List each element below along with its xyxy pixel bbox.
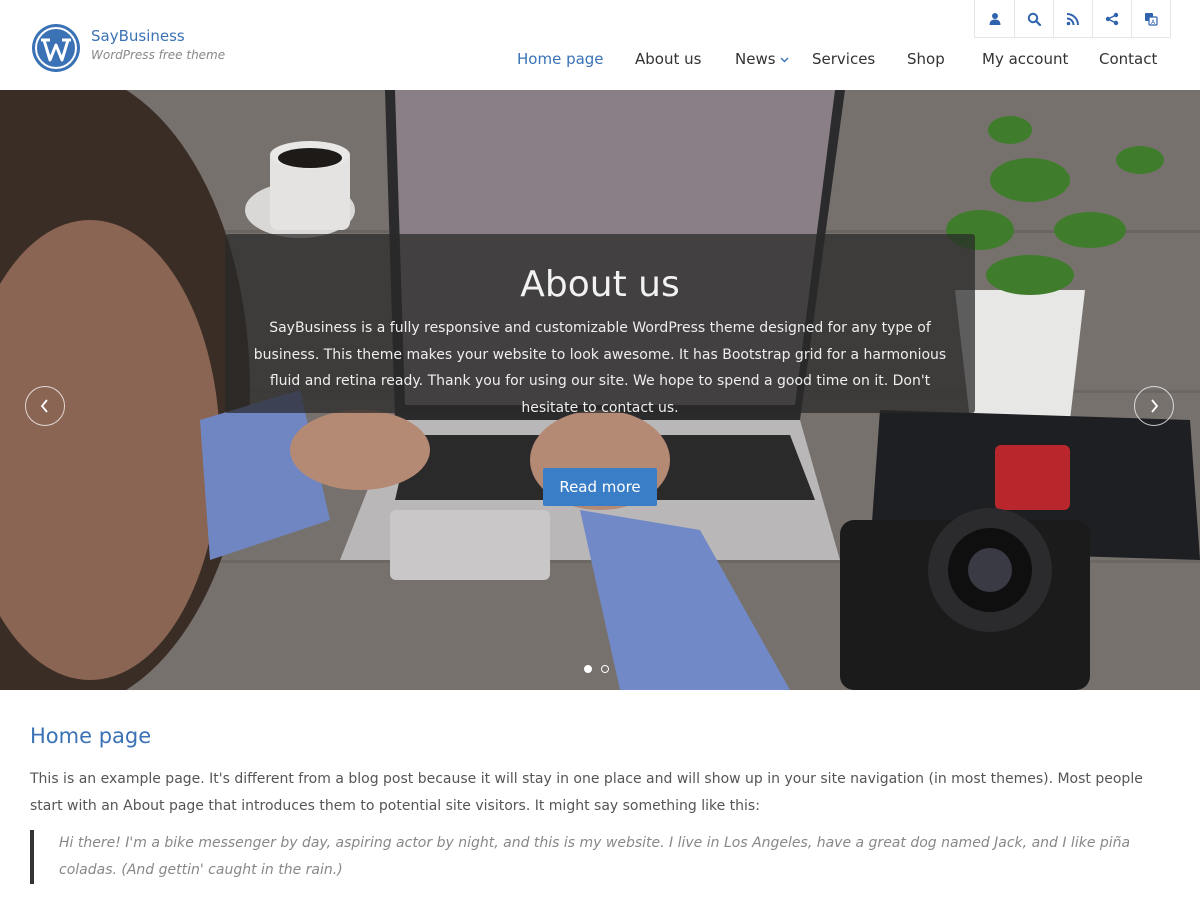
main-navigation: Home page About us News Services Shop My… [0, 50, 1200, 74]
chevron-down-icon [780, 57, 789, 63]
translate-icon[interactable]: A [1131, 0, 1170, 37]
nav-services[interactable]: Services [812, 50, 875, 68]
nav-news[interactable]: News [735, 50, 789, 68]
site-header: SayBusiness WordPress free theme A Home … [0, 0, 1200, 90]
search-icon[interactable] [1014, 0, 1053, 37]
nav-shop[interactable]: Shop [907, 50, 945, 68]
page-title: Home page [30, 724, 152, 748]
site-title[interactable]: SayBusiness [91, 27, 185, 45]
slide-text: SayBusiness is a fully responsive and cu… [253, 320, 947, 416]
slider-dot-1[interactable] [584, 665, 592, 673]
slide-heading: About us [520, 264, 680, 305]
share-icon[interactable] [1092, 0, 1131, 37]
page-content: Home page This is an example page. It's … [30, 724, 1170, 884]
nav-label: Contact [1099, 50, 1158, 68]
nav-label: My account [982, 50, 1069, 68]
page-intro: This is an example page. It's different … [30, 771, 1143, 814]
nav-my-account[interactable]: My account [982, 50, 1068, 68]
rss-icon[interactable] [1053, 0, 1092, 37]
page-quote: Hi there! I'm a bike messenger by day, a… [30, 830, 1170, 884]
chevron-left-icon [40, 399, 48, 413]
slider-dots [584, 665, 609, 673]
slider-dot-2[interactable] [601, 665, 609, 673]
user-icon[interactable] [975, 0, 1014, 37]
nav-label: Services [812, 50, 876, 68]
nav-label: News [735, 50, 776, 68]
header-icon-bar: A [974, 0, 1171, 38]
nav-home-page[interactable]: Home page [517, 50, 604, 68]
nav-label: Home page [517, 50, 604, 68]
chevron-right-icon [1151, 399, 1159, 413]
slider-next-button[interactable] [1134, 386, 1174, 426]
hero-slider: About us SayBusiness is a fully responsi… [0, 90, 1200, 690]
slide-caption: About us SayBusiness is a fully responsi… [225, 234, 975, 416]
nav-contact[interactable]: Contact [1099, 50, 1157, 68]
nav-label: Shop [907, 50, 945, 68]
read-more-button[interactable]: Read more [543, 468, 657, 506]
slider-prev-button[interactable] [25, 386, 65, 426]
nav-label: About us [635, 50, 702, 68]
nav-about-us[interactable]: About us [635, 50, 701, 68]
